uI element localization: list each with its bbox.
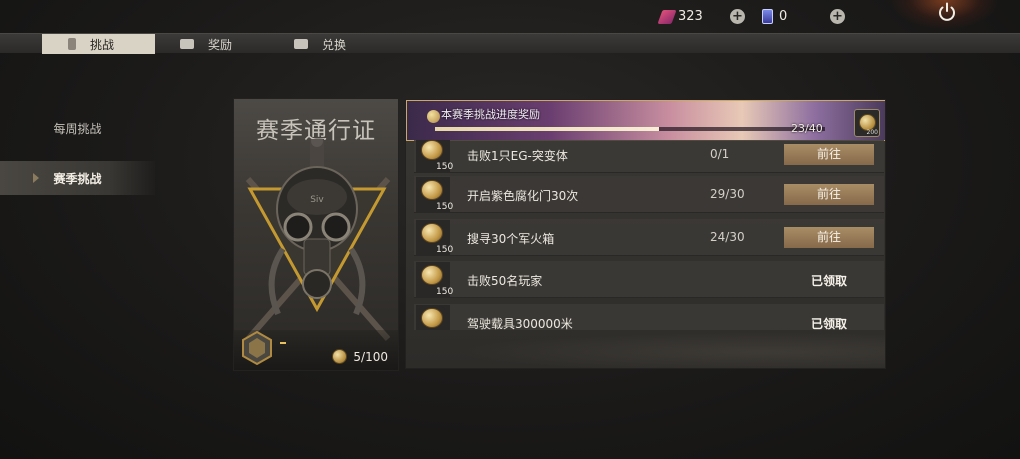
pass-count-text: 5/100	[353, 349, 388, 364]
season-task-panel: 本赛季挑战进度奖励 23/40 200 150 击败1只EG-突变体 0/1 前…	[405, 99, 886, 369]
banner-progress-fill	[435, 127, 660, 131]
pass-footer: 5/100	[234, 330, 398, 370]
level-badge-icon	[242, 331, 272, 365]
power-button[interactable]	[936, 1, 958, 23]
task-progress: 0/1	[710, 147, 730, 161]
task-reward-icon: 150	[416, 177, 454, 212]
task-name: 搜寻30个军火箱	[467, 232, 555, 246]
task-name: 击败50名玩家	[467, 274, 543, 288]
level-progress-dash	[280, 342, 286, 344]
task-row: 150 击败50名玩家 已领取	[414, 261, 884, 298]
task-reward-amount: 150	[436, 162, 454, 172]
go-button[interactable]: 前往	[784, 227, 874, 248]
sidenav-weekly-label: 每周挑战	[53, 121, 102, 136]
banner-reward-box[interactable]: 200	[854, 109, 880, 137]
power-icon	[939, 2, 955, 21]
season-pass-card[interactable]: 赛季通行证 Siv 5/100	[233, 98, 399, 371]
task-row: 驾驶载具300000米 已领取	[414, 304, 884, 330]
claimed-status: 已领取	[810, 274, 847, 288]
task-row: 150 开启紫色腐化门30次 29/30 前往	[414, 176, 884, 213]
banner-coin-icon	[427, 110, 440, 123]
coin-icon	[421, 180, 443, 200]
task-reward-icon: 150	[416, 140, 454, 172]
add-tickets-button[interactable]: +	[830, 9, 845, 24]
coin-icon	[421, 223, 443, 243]
banner-reward-amount: 200	[866, 129, 878, 136]
task-reward-amount: 150	[436, 287, 454, 297]
pass-progress: 5/100	[332, 349, 388, 364]
season-progress-banner[interactable]: 本赛季挑战进度奖励 23/40 200	[406, 100, 885, 141]
task-name: 开启紫色腐化门30次	[467, 189, 579, 203]
coin-icon	[421, 308, 443, 328]
task-list[interactable]: 150 击败1只EG-突变体 0/1 前往 150 开启紫色腐化门30次 29/…	[414, 140, 884, 330]
challenge-icon	[68, 38, 76, 50]
go-button[interactable]: 前往	[784, 184, 874, 205]
tab-rewards-label: 奖励	[208, 37, 233, 52]
task-reward-icon: 150	[416, 220, 454, 255]
banner-text: 本赛季挑战进度奖励	[441, 108, 540, 121]
ticket-icon	[762, 9, 773, 24]
task-progress: 29/30	[710, 187, 745, 201]
tab-exchange-label: 兑换	[322, 37, 347, 52]
task-name: 击败1只EG-突变体	[467, 149, 568, 163]
task-reward-amount: 150	[436, 202, 454, 212]
coin-icon	[421, 265, 443, 285]
task-progress: 24/30	[710, 230, 745, 244]
selected-arrow-icon	[33, 173, 39, 183]
gem-currency: 323	[657, 9, 703, 24]
tab-challenge[interactable]: 挑战	[42, 34, 155, 54]
task-reward-icon: 150	[416, 262, 454, 297]
coin-icon	[421, 140, 443, 160]
tab-bar: 挑战 奖励 兑换	[0, 33, 1020, 54]
add-gems-button[interactable]: +	[730, 9, 745, 24]
banner-count: 23/40	[791, 122, 823, 135]
rewards-icon	[180, 39, 194, 49]
map-background	[406, 328, 885, 368]
task-reward-icon	[416, 305, 450, 330]
task-row: 150 搜寻30个军火箱 24/30 前往	[414, 219, 884, 256]
banner-progress-track	[435, 127, 825, 131]
coin-icon	[332, 349, 348, 364]
task-reward-amount: 150	[436, 245, 454, 255]
sidenav-weekly-challenge[interactable]: 每周挑战	[0, 111, 155, 145]
ticket-count: 0	[779, 9, 788, 24]
tab-challenge-label: 挑战	[90, 37, 115, 52]
gem-icon	[657, 9, 677, 24]
go-button[interactable]: 前往	[784, 144, 874, 165]
gem-count: 323	[678, 9, 703, 24]
task-row: 150 击败1只EG-突变体 0/1 前往	[414, 140, 884, 173]
svg-text:Siv: Siv	[310, 195, 324, 205]
sidenav-season-challenge[interactable]: 赛季挑战	[0, 161, 155, 195]
exchange-icon	[294, 39, 308, 49]
ticket-currency: 0	[762, 9, 787, 24]
sidenav-season-label: 赛季挑战	[53, 171, 102, 186]
tab-exchange[interactable]: 兑换	[294, 34, 394, 54]
top-bar: 323 + 0 +	[0, 0, 1020, 33]
tab-rewards[interactable]: 奖励	[180, 34, 280, 54]
